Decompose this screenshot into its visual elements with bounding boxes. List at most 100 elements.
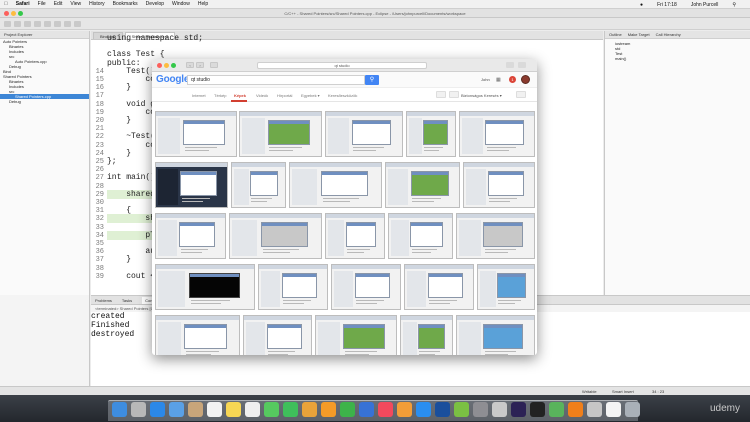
image-result-thumbnail[interactable] bbox=[463, 162, 535, 208]
activity-icon[interactable] bbox=[549, 402, 564, 417]
google-search-input[interactable]: qt studio bbox=[187, 75, 365, 85]
share-icon[interactable] bbox=[506, 62, 514, 68]
new-icon[interactable] bbox=[4, 20, 11, 27]
safe-search-menu[interactable]: Biztonságos Keresés ▾ bbox=[461, 93, 502, 98]
textedit-icon[interactable] bbox=[606, 402, 621, 417]
launchpad-icon[interactable] bbox=[131, 402, 146, 417]
image-result-thumbnail[interactable] bbox=[155, 264, 255, 310]
menu-help[interactable]: Help bbox=[198, 1, 208, 7]
tab-images[interactable]: Képek bbox=[234, 93, 246, 98]
menu-develop[interactable]: Develop bbox=[146, 1, 164, 7]
tab-make-target[interactable]: Make Target bbox=[628, 32, 650, 37]
image-result-thumbnail[interactable] bbox=[325, 213, 385, 259]
reminders-icon[interactable] bbox=[245, 402, 260, 417]
project-explorer-tab[interactable]: Project Explorer bbox=[0, 31, 89, 39]
eclipse-icon[interactable] bbox=[511, 402, 526, 417]
back-icon[interactable]: ‹ bbox=[186, 62, 194, 68]
menu-app-name[interactable]: Safari bbox=[16, 1, 30, 7]
menu-file[interactable]: File bbox=[38, 1, 46, 7]
calendar-icon[interactable] bbox=[207, 402, 222, 417]
image-result-thumbnail[interactable] bbox=[315, 315, 397, 355]
menu-window[interactable]: Window bbox=[172, 1, 190, 7]
safe-search-icon[interactable] bbox=[449, 91, 459, 98]
run-icon[interactable] bbox=[44, 20, 51, 27]
terminal-icon[interactable] bbox=[530, 402, 545, 417]
image-result-thumbnail[interactable] bbox=[155, 162, 228, 208]
forward-icon[interactable]: › bbox=[196, 62, 204, 68]
google-user-name[interactable]: John bbox=[481, 77, 490, 82]
tab-outline[interactable]: Outline bbox=[609, 32, 622, 37]
tab-news[interactable]: Hírportál bbox=[277, 93, 292, 98]
zoom-icon[interactable] bbox=[18, 11, 23, 16]
messages-icon[interactable] bbox=[264, 402, 279, 417]
image-result-thumbnail[interactable] bbox=[229, 213, 322, 259]
menu-edit[interactable]: Edit bbox=[54, 1, 63, 7]
image-result-thumbnail[interactable] bbox=[258, 264, 328, 310]
image-result-thumbnail[interactable] bbox=[155, 213, 226, 259]
google-logo[interactable]: Google bbox=[156, 74, 189, 85]
minimize-icon[interactable] bbox=[164, 63, 169, 68]
music-icon[interactable] bbox=[378, 402, 393, 417]
image-result-thumbnail[interactable] bbox=[400, 315, 453, 355]
appstore-icon[interactable] bbox=[416, 402, 431, 417]
forward-icon[interactable] bbox=[74, 20, 81, 27]
debug-icon[interactable] bbox=[34, 20, 41, 27]
qt-icon[interactable] bbox=[454, 402, 469, 417]
trash-icon[interactable] bbox=[625, 402, 640, 417]
menu-history[interactable]: History bbox=[89, 1, 105, 7]
image-result-thumbnail[interactable] bbox=[388, 213, 453, 259]
close-icon[interactable] bbox=[157, 63, 162, 68]
menu-bookmarks[interactable]: Bookmarks bbox=[113, 1, 138, 7]
numbers-icon[interactable] bbox=[340, 402, 355, 417]
tab-problems[interactable]: Problems bbox=[95, 298, 112, 303]
wifi-icon[interactable]: ● bbox=[640, 2, 643, 8]
photos-icon[interactable] bbox=[302, 402, 317, 417]
tab-tasks[interactable]: Tasks bbox=[122, 298, 132, 303]
tab-search-tools[interactable]: Keresőeszközök bbox=[328, 93, 357, 98]
pages-icon[interactable] bbox=[321, 402, 336, 417]
back-icon[interactable] bbox=[64, 20, 71, 27]
image-result-thumbnail[interactable] bbox=[239, 111, 322, 157]
avatar[interactable] bbox=[521, 75, 530, 84]
tab-call-hierarchy[interactable]: Call Hierarchy bbox=[656, 32, 681, 37]
zoom-icon[interactable] bbox=[171, 63, 176, 68]
facetime-icon[interactable] bbox=[283, 402, 298, 417]
tree-item[interactable]: Debug bbox=[0, 99, 89, 104]
minimize-icon[interactable] bbox=[11, 11, 16, 16]
sidebar-icon[interactable] bbox=[210, 62, 218, 68]
image-result-thumbnail[interactable] bbox=[331, 264, 401, 310]
image-result-thumbnail[interactable] bbox=[243, 315, 312, 355]
contacts-icon[interactable] bbox=[188, 402, 203, 417]
keynote-icon[interactable] bbox=[359, 402, 374, 417]
notification-badge[interactable]: 1 bbox=[509, 76, 516, 83]
menubar-user[interactable]: John Purcell bbox=[691, 2, 719, 8]
image-result-thumbnail[interactable] bbox=[406, 111, 456, 157]
books-icon[interactable] bbox=[397, 402, 412, 417]
apple-icon[interactable]:  bbox=[4, 1, 8, 7]
menubar-clock[interactable]: Fri 17:18 bbox=[657, 2, 677, 8]
vlc-icon[interactable] bbox=[568, 402, 583, 417]
safari-icon[interactable] bbox=[150, 402, 165, 417]
image-result-thumbnail[interactable] bbox=[404, 264, 474, 310]
settings-icon[interactable] bbox=[473, 402, 488, 417]
build-icon[interactable] bbox=[24, 20, 31, 27]
tab-internet[interactable]: Internet bbox=[192, 93, 206, 98]
spotlight-icon[interactable]: ⚲ bbox=[732, 2, 736, 8]
image-result-thumbnail[interactable] bbox=[325, 111, 403, 157]
close-icon[interactable] bbox=[4, 11, 9, 16]
disk-utility-icon[interactable] bbox=[492, 402, 507, 417]
google-search-button[interactable]: ⚲ bbox=[365, 75, 379, 85]
tab-videos[interactable]: Videók bbox=[256, 93, 268, 98]
keychain-icon[interactable] bbox=[587, 402, 602, 417]
image-result-thumbnail[interactable] bbox=[456, 213, 535, 259]
image-result-thumbnail[interactable] bbox=[155, 111, 237, 157]
image-result-thumbnail[interactable] bbox=[385, 162, 460, 208]
outline-item[interactable]: main() bbox=[615, 56, 750, 61]
menu-view[interactable]: View bbox=[70, 1, 81, 7]
account-icon[interactable] bbox=[436, 91, 446, 98]
search-icon[interactable] bbox=[54, 20, 61, 27]
quicktime-icon[interactable] bbox=[435, 402, 450, 417]
apps-grid-icon[interactable]: ▦ bbox=[496, 77, 501, 83]
image-result-thumbnail[interactable] bbox=[231, 162, 286, 208]
settings-gear-icon[interactable] bbox=[516, 91, 526, 98]
